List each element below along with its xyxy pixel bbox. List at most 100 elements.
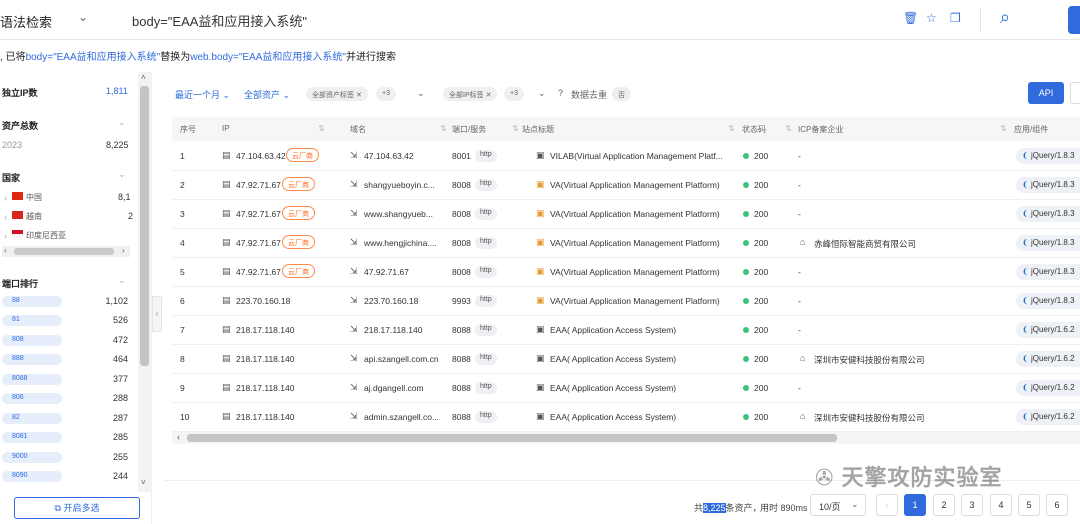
- sort-icon[interactable]: ⇅: [728, 124, 735, 133]
- row-ip[interactable]: 47.92.71.67: [236, 238, 281, 248]
- port-tag[interactable]: 806: [2, 393, 62, 404]
- sidebar-scrollbar[interactable]: ˄ ˅: [138, 72, 152, 492]
- row-title[interactable]: EAA( Application Access System): [550, 354, 676, 364]
- page-3[interactable]: 3: [961, 494, 983, 516]
- asset-tag-more[interactable]: +3: [376, 87, 396, 101]
- row-domain[interactable]: 218.17.118.140: [364, 325, 422, 335]
- row-domain[interactable]: 223.70.160.18: [364, 296, 418, 306]
- scroll-down-icon[interactable]: ˅: [141, 478, 146, 487]
- prev-page-button[interactable]: ‹: [876, 494, 898, 516]
- row-icp[interactable]: -: [798, 267, 801, 277]
- copy-icon[interactable]: ❐: [950, 11, 961, 25]
- ip-detail-icon[interactable]: ▤: [222, 353, 231, 364]
- open-link-icon[interactable]: ⇲: [350, 208, 358, 219]
- chevron-down-icon[interactable]: ⌄: [118, 169, 126, 180]
- port-tag[interactable]: 81: [2, 315, 62, 326]
- ip-detail-icon[interactable]: ▤: [222, 266, 231, 277]
- search-input[interactable]: body="EAA益和应用接入系统": [132, 11, 307, 30]
- row-icp[interactable]: -: [798, 151, 801, 161]
- row-icp[interactable]: -: [798, 209, 801, 219]
- table-scrollbar[interactable]: ‹: [172, 432, 1080, 444]
- col-port[interactable]: 端口/服务: [452, 124, 486, 135]
- component-tag[interactable]: ❨ jQuery/1.6.2: [1016, 351, 1080, 367]
- port-tag[interactable]: 8081: [2, 432, 62, 443]
- ip-detail-icon[interactable]: ▤: [222, 324, 231, 335]
- component-tag[interactable]: ❨ jQuery/1.8.3: [1016, 264, 1080, 280]
- collapse-sidebar-button[interactable]: ‹: [152, 296, 162, 332]
- sort-icon[interactable]: ⇅: [1000, 124, 1007, 133]
- row-port[interactable]: 8001: [452, 151, 471, 161]
- component-tag[interactable]: ❨ jQuery/1.6.2: [1016, 409, 1080, 425]
- component-tag[interactable]: ❨ jQuery/1.8.3: [1016, 148, 1080, 164]
- ip-detail-icon[interactable]: ▤: [222, 150, 231, 161]
- row-icp[interactable]: -: [798, 383, 801, 393]
- open-link-icon[interactable]: ⇲: [350, 382, 358, 393]
- search-mode-select[interactable]: 语法检索: [0, 12, 52, 31]
- asset-tag-filter[interactable]: 全部资产标签 ✕: [306, 87, 368, 101]
- country-scrollbar[interactable]: ‹ ›: [2, 246, 130, 257]
- row-title[interactable]: VA(Virtual Application Management Platfo…: [550, 180, 720, 190]
- chevron-down-icon[interactable]: ⌄: [538, 88, 546, 99]
- table-row[interactable]: 3 ▤ 47.92.71.67 云厂商 ⇲ www.shangyueb... 8008 htt…: [172, 200, 1080, 229]
- page-5[interactable]: 5: [1018, 494, 1040, 516]
- ip-detail-icon[interactable]: ▤: [222, 411, 231, 422]
- row-port[interactable]: 8008: [452, 180, 471, 190]
- port-tag[interactable]: 8088: [2, 374, 62, 385]
- search-icon[interactable]: ⌕: [1000, 7, 1010, 28]
- ip-detail-icon[interactable]: ▤: [222, 179, 231, 190]
- row-title[interactable]: VILAB(Virtual Application Management Pla…: [550, 151, 723, 161]
- scroll-left-icon[interactable]: ‹: [4, 246, 7, 255]
- table-row[interactable]: 5 ▤ 47.92.71.67 云厂商 ⇲ 47.92.71.67 8008 http ▣ VA(…: [172, 258, 1080, 287]
- row-title[interactable]: VA(Virtual Application Management Platfo…: [550, 209, 720, 219]
- port-tag[interactable]: 808: [2, 335, 62, 346]
- open-link-icon[interactable]: ⇲: [350, 324, 358, 335]
- scroll-thumb[interactable]: [14, 248, 114, 255]
- dedupe-toggle[interactable]: 否: [612, 87, 631, 101]
- row-ip[interactable]: 47.104.63.42: [236, 151, 286, 161]
- row-port[interactable]: 8008: [452, 238, 471, 248]
- ip-detail-icon[interactable]: ▤: [222, 237, 231, 248]
- component-tag[interactable]: ❨ jQuery/1.8.3: [1016, 235, 1080, 251]
- component-tag[interactable]: ❨ jQuery/1.6.2: [1016, 380, 1080, 396]
- row-port[interactable]: 8088: [452, 354, 471, 364]
- row-title[interactable]: EAA( Application Access System): [550, 325, 676, 335]
- scroll-up-icon[interactable]: ˄: [141, 73, 146, 82]
- row-port[interactable]: 8008: [452, 209, 471, 219]
- multi-select-button[interactable]: ⧉ 开启多选: [14, 497, 140, 519]
- country-name[interactable]: 中国: [26, 192, 42, 203]
- component-tag[interactable]: ❨ jQuery/1.8.3: [1016, 177, 1080, 193]
- time-filter[interactable]: 最近一个月 ⌄: [175, 88, 230, 101]
- page-4[interactable]: 4: [990, 494, 1012, 516]
- col-ip[interactable]: IP: [222, 124, 230, 133]
- page-size-select[interactable]: 10/页 ⌄: [810, 494, 866, 516]
- row-ip[interactable]: 218.17.118.140: [236, 354, 294, 364]
- page-1[interactable]: 1: [904, 494, 926, 516]
- sort-icon[interactable]: ⇅: [440, 124, 447, 133]
- chevron-down-icon[interactable]: ⌄: [78, 10, 88, 24]
- trash-icon[interactable]: 🗑: [903, 11, 918, 25]
- row-domain[interactable]: api.szangell.com.cn: [364, 354, 439, 364]
- row-domain[interactable]: 47.92.71.67: [364, 267, 409, 277]
- row-domain[interactable]: aj.dgangell.com: [364, 383, 424, 393]
- sort-icon[interactable]: ⇅: [512, 124, 519, 133]
- row-title[interactable]: EAA( Application Access System): [550, 383, 676, 393]
- open-link-icon[interactable]: ⇲: [350, 295, 358, 306]
- scroll-left-icon[interactable]: ‹: [177, 432, 180, 442]
- row-port[interactable]: 9993: [452, 296, 471, 306]
- notice-new-query[interactable]: web.body="EAA益和应用接入系统": [190, 52, 346, 63]
- scroll-thumb[interactable]: [140, 86, 149, 366]
- export-button[interactable]: [1068, 6, 1080, 34]
- table-row[interactable]: 9 ▤ 218.17.118.140 ⇲ aj.dgangell.com 8088 http…: [172, 374, 1080, 403]
- row-icp[interactable]: 深圳市安健科技股份有限公司: [814, 412, 925, 424]
- notice-old-query[interactable]: body="EAA益和应用接入系统": [26, 52, 161, 63]
- port-tag[interactable]: 888: [2, 354, 62, 365]
- open-link-icon[interactable]: ⇲: [350, 150, 358, 161]
- country-name[interactable]: 印度尼西亚: [26, 230, 66, 241]
- row-domain[interactable]: www.hengjichina....: [364, 238, 437, 248]
- row-ip[interactable]: 223.70.160.18: [236, 296, 290, 306]
- row-ip[interactable]: 47.92.71.67: [236, 209, 281, 219]
- chevron-down-icon[interactable]: ⌄: [417, 88, 425, 99]
- chevron-down-icon[interactable]: ⌄: [118, 275, 126, 286]
- expand-icon[interactable]: ›: [4, 212, 7, 222]
- row-title[interactable]: VA(Virtual Application Management Platfo…: [550, 296, 720, 306]
